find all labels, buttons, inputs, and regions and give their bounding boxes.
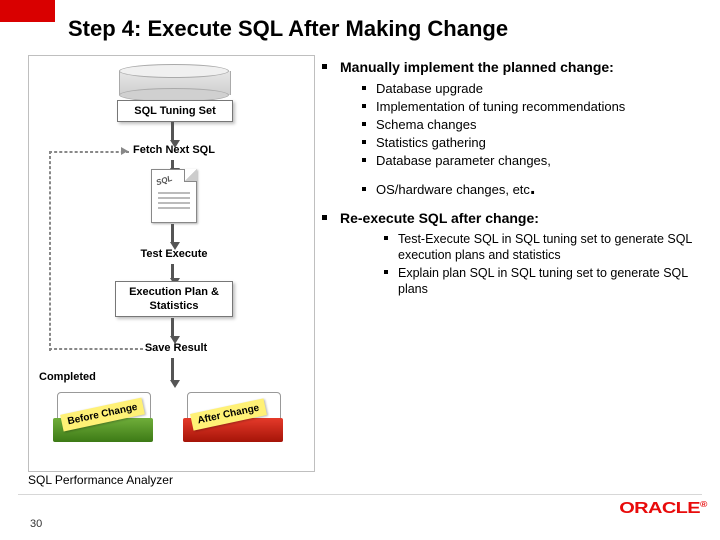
bullet-text: Schema changes: [376, 117, 476, 132]
workflow-diagram: SQL Tuning Set Fetch Next SQL SQL Test E…: [28, 55, 315, 472]
after-change-book-icon: After Change: [183, 388, 283, 446]
oracle-logo: ORACLE®: [619, 500, 706, 518]
database-cylinder-icon: [119, 64, 229, 102]
loop-arrowhead-icon: [121, 147, 128, 155]
sql-document-icon: SQL: [151, 169, 197, 223]
before-change-book-icon: Before Change: [53, 388, 153, 446]
execution-plan-stats-box: Execution Plan & Statistics: [115, 281, 233, 317]
bullet-subsub: Explain plan SQL in SQL tuning set to ge…: [384, 265, 708, 297]
execution-plan-line1: Execution Plan &: [129, 285, 219, 299]
arrow-icon: [171, 358, 174, 380]
bullet-content: Manually implement the planned change: D…: [322, 58, 708, 299]
sql-tuning-set-box: SQL Tuning Set: [117, 100, 233, 122]
completed-label: Completed: [39, 371, 96, 383]
bullet-text: Database parameter changes,: [376, 153, 551, 168]
loop-dash-line: [49, 151, 129, 153]
arrow-icon: [171, 160, 174, 168]
page-number: 30: [30, 518, 42, 530]
bullet-sub: Schema changes: [362, 116, 708, 133]
arrow-icon: [171, 224, 174, 242]
bullet-sub: Database upgrade: [362, 80, 708, 97]
registered-mark: ®: [700, 500, 707, 509]
arrow-icon: [171, 264, 174, 278]
bullet-text: OS/hardware changes, etc: [376, 182, 530, 197]
bullet-sub: Statistics gathering: [362, 134, 708, 151]
loop-dash-line: [49, 151, 51, 351]
bullet-sub: Implementation of tuning recommendations: [362, 98, 708, 115]
bullet-text: Re-execute SQL after change:: [340, 210, 539, 226]
fetch-next-sql-label: Fetch Next SQL: [127, 141, 221, 159]
arrow-icon: [171, 318, 174, 336]
analyzer-caption: SQL Performance Analyzer: [28, 473, 173, 487]
bullet-text: Manually implement the planned change:: [340, 59, 614, 75]
bullet-main-1: Manually implement the planned change:: [322, 58, 708, 76]
test-execute-label: Test Execute: [133, 246, 215, 262]
loop-dash-line: [49, 348, 143, 350]
brand-corner-block: [0, 0, 55, 22]
bullet-sub: Database parameter changes,: [362, 152, 708, 169]
execution-plan-line2: Statistics: [129, 299, 219, 313]
bullet-text: Test-Execute SQL in SQL tuning set to ge…: [398, 232, 692, 262]
bullet-text: Implementation of tuning recommendations: [376, 99, 625, 114]
bullet-text: Explain plan SQL in SQL tuning set to ge…: [398, 266, 688, 296]
bullet-text: Database upgrade: [376, 81, 483, 96]
save-result-label: Save Result: [141, 341, 211, 355]
arrow-icon: [171, 122, 174, 140]
sql-badge: SQL: [155, 174, 173, 188]
bullet-sub: OS/hardware changes, etc.: [362, 181, 708, 198]
slide-title: Step 4: Execute SQL After Making Change: [68, 16, 508, 42]
oracle-wordmark: ORACLE: [619, 500, 700, 517]
bullet-subsub: Test-Execute SQL in SQL tuning set to ge…: [384, 231, 708, 263]
bullet-main-2: Re-execute SQL after change:: [322, 209, 708, 227]
footer-divider: [18, 494, 702, 495]
bullet-text: Statistics gathering: [376, 135, 486, 150]
big-period: .: [530, 177, 536, 199]
